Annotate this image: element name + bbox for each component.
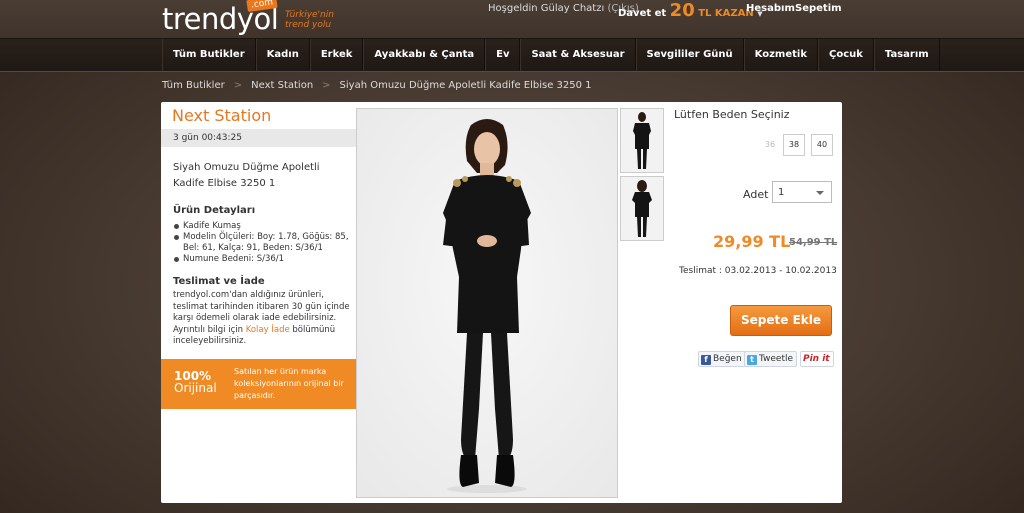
account-link[interactable]: Hesabım bbox=[746, 3, 795, 14]
original-label: Orijinal bbox=[174, 381, 217, 395]
original-text: Satılan her ürün marka koleksiyonlarının… bbox=[234, 367, 344, 400]
shipping-heading: Teslimat ve İade bbox=[173, 276, 265, 287]
nav-item-home[interactable]: Ev bbox=[485, 39, 521, 71]
size-option-38[interactable]: 38 bbox=[783, 134, 805, 156]
thumbnail-image bbox=[621, 177, 663, 240]
facebook-icon: f bbox=[701, 355, 711, 365]
breadcrumb-separator: > bbox=[233, 80, 243, 91]
nav-item-kids[interactable]: Çocuk bbox=[818, 39, 874, 71]
size-option-36: 36 bbox=[759, 134, 781, 156]
invite-amount: 20 bbox=[669, 0, 695, 21]
shipping-text: trendyol.com'dan aldığınız ürünleri, tes… bbox=[173, 290, 355, 348]
nav-item-watch-accessories[interactable]: Saat & Aksesuar bbox=[520, 39, 636, 71]
thumbnail-back[interactable] bbox=[620, 176, 664, 241]
brand-name[interactable]: Next Station bbox=[172, 106, 271, 125]
main-nav: Tüm Butikler Kadın Erkek Ayakkabı & Çant… bbox=[0, 38, 1024, 72]
sale-price: 29,99 TL bbox=[713, 232, 791, 251]
invite-prefix: Davet et bbox=[618, 8, 667, 19]
nav-list: Tüm Butikler Kadın Erkek Ayakkabı & Çant… bbox=[162, 39, 940, 71]
nav-item-women[interactable]: Kadın bbox=[255, 39, 310, 71]
nav-item-men[interactable]: Erkek bbox=[309, 39, 364, 71]
size-option-40[interactable]: 40 bbox=[811, 134, 833, 156]
pinterest-button[interactable]: Pin it bbox=[800, 351, 834, 367]
list-item: Modelin Ölçüleri: Boy: 1.78, Göğüs: 85, … bbox=[173, 232, 358, 254]
nav-item-cosmetics[interactable]: Kozmetik bbox=[743, 39, 818, 71]
logo-tagline: Türkiye'nin trend yolu bbox=[285, 10, 334, 30]
countdown-timer: 3 gün 00:43:25 bbox=[161, 129, 361, 147]
quantity-select[interactable]: 1 bbox=[772, 181, 832, 203]
add-to-cart-button[interactable]: Sepete Ekle bbox=[730, 305, 832, 336]
facebook-like-button[interactable]: f Beğen bbox=[698, 351, 746, 367]
welcome-label: Hoşgeldin Gülay Chatzı bbox=[488, 3, 605, 14]
breadcrumb: Tüm Butikler > Next Station > Siyah Omuzu Dü… bbox=[162, 80, 592, 91]
product-panel: Next Station 3 gün 00:43:25 Siyah Omuzu … bbox=[161, 102, 842, 503]
easy-return-link[interactable]: Kolay İade bbox=[246, 325, 290, 335]
facebook-like-label: Beğen bbox=[713, 354, 742, 364]
invite-link[interactable]: Davet et 20 TL KAZAN ▼ bbox=[618, 0, 763, 21]
old-price: 54,99 TL bbox=[789, 237, 838, 248]
delivery-date: Teslimat : 03.02.2013 - 10.02.2013 bbox=[679, 266, 837, 276]
nav-item-valentines[interactable]: Sevgililer Günü bbox=[635, 39, 744, 71]
product-title: Siyah Omuzu Düğme Apoletli Kadife Elbise… bbox=[173, 162, 320, 189]
quantity-value: 1 bbox=[778, 187, 785, 198]
breadcrumb-current: Siyah Omuzu Düğme Apoletli Kadife Elbise… bbox=[339, 80, 592, 91]
model-photo bbox=[357, 109, 617, 497]
quantity-label: Adet bbox=[743, 188, 769, 201]
welcome-text: Hoşgeldin Gülay Chatzı (Çıkış) bbox=[488, 3, 639, 14]
chevron-down-icon bbox=[816, 191, 824, 195]
details-list: Kadife Kumaş Modelin Ölçüleri: Boy: 1.78… bbox=[173, 221, 358, 265]
nav-item-design[interactable]: Tasarım bbox=[873, 39, 940, 71]
tweet-label: Tweetle bbox=[759, 354, 794, 364]
size-heading: Lütfen Beden Seçiniz bbox=[674, 108, 790, 121]
top-bar: trendyol .com Türkiye'nin trend yolu Hoş… bbox=[0, 0, 1024, 38]
product-main-image[interactable] bbox=[356, 108, 618, 498]
breadcrumb-item[interactable]: Next Station bbox=[251, 80, 313, 91]
list-item: Numune Bedeni: S/36/1 bbox=[173, 254, 358, 265]
original-badge: 100% Orijinal Satılan her ürün marka kol… bbox=[161, 359, 356, 409]
breadcrumb-separator: > bbox=[322, 80, 331, 91]
tweet-button[interactable]: t Tweetle bbox=[744, 351, 798, 367]
thumbnail-image bbox=[621, 109, 663, 172]
list-item: Kadife Kumaş bbox=[173, 221, 358, 232]
breadcrumb-item[interactable]: Tüm Butikler bbox=[162, 80, 225, 91]
nav-item-all-boutiques[interactable]: Tüm Butikler bbox=[162, 39, 256, 71]
nav-item-shoes-bags[interactable]: Ayakkabı & Çanta bbox=[363, 39, 486, 71]
details-heading: Ürün Detayları bbox=[173, 205, 256, 216]
twitter-icon: t bbox=[747, 355, 757, 365]
thumbnail-front[interactable] bbox=[620, 108, 664, 173]
cart-link[interactable]: Sepetim bbox=[795, 3, 842, 14]
